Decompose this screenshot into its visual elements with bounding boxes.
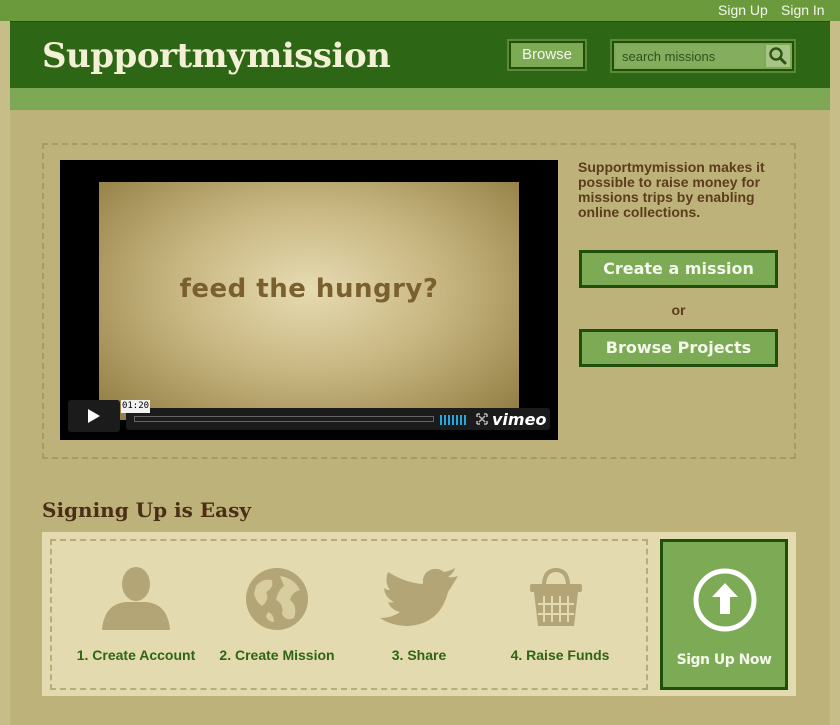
- step-label: 3. Share: [391, 647, 447, 663]
- video-scrubber[interactable]: [134, 416, 434, 422]
- search-icon[interactable]: [766, 45, 790, 67]
- site-header: Supportmymission Browse: [10, 21, 830, 89]
- video-timestamp: 01:20: [121, 400, 150, 413]
- bird-icon: [380, 568, 458, 626]
- top-bar: Sign Up Sign In: [0, 0, 840, 21]
- step-label: 1. Create Account: [76, 647, 196, 663]
- play-button[interactable]: [68, 400, 120, 432]
- signin-link[interactable]: Sign In: [781, 2, 825, 18]
- step-label: 2. Create Mission: [219, 647, 335, 663]
- signup-now-label: Sign Up Now: [676, 652, 772, 668]
- or-separator: or: [671, 302, 686, 318]
- video-caption: feed the hungry?: [179, 274, 439, 304]
- play-icon: [88, 409, 100, 423]
- video-frame[interactable]: feed the hungry?: [99, 182, 519, 420]
- create-mission-button[interactable]: Create a mission: [579, 250, 778, 288]
- person-icon: [102, 567, 170, 630]
- browse-projects-button[interactable]: Browse Projects: [579, 329, 778, 367]
- browse-button[interactable]: Browse: [509, 41, 585, 69]
- signup-link[interactable]: Sign Up: [718, 2, 768, 18]
- site-logo[interactable]: Supportmymission: [42, 36, 391, 76]
- video-player[interactable]: feed the hungry? vimeo 01:20: [60, 160, 558, 440]
- section-title: Signing Up is Easy: [42, 498, 251, 522]
- video-control-bar: vimeo: [126, 408, 550, 430]
- volume-icon[interactable]: [440, 415, 468, 425]
- sub-navigation-band: [10, 88, 830, 110]
- step-label: 4. Raise Funds: [510, 647, 610, 663]
- basket-icon: [530, 567, 582, 626]
- signup-now-button[interactable]: Sign Up Now: [660, 539, 788, 690]
- search-input[interactable]: [616, 45, 764, 67]
- fullscreen-icon[interactable]: [476, 413, 488, 425]
- globe-icon: [246, 568, 308, 630]
- arrow-up-icon: [693, 568, 757, 632]
- search-box: [612, 41, 794, 71]
- intro-text: Supportmymission makes it possible to ra…: [578, 159, 765, 220]
- vimeo-logo[interactable]: vimeo: [492, 410, 546, 429]
